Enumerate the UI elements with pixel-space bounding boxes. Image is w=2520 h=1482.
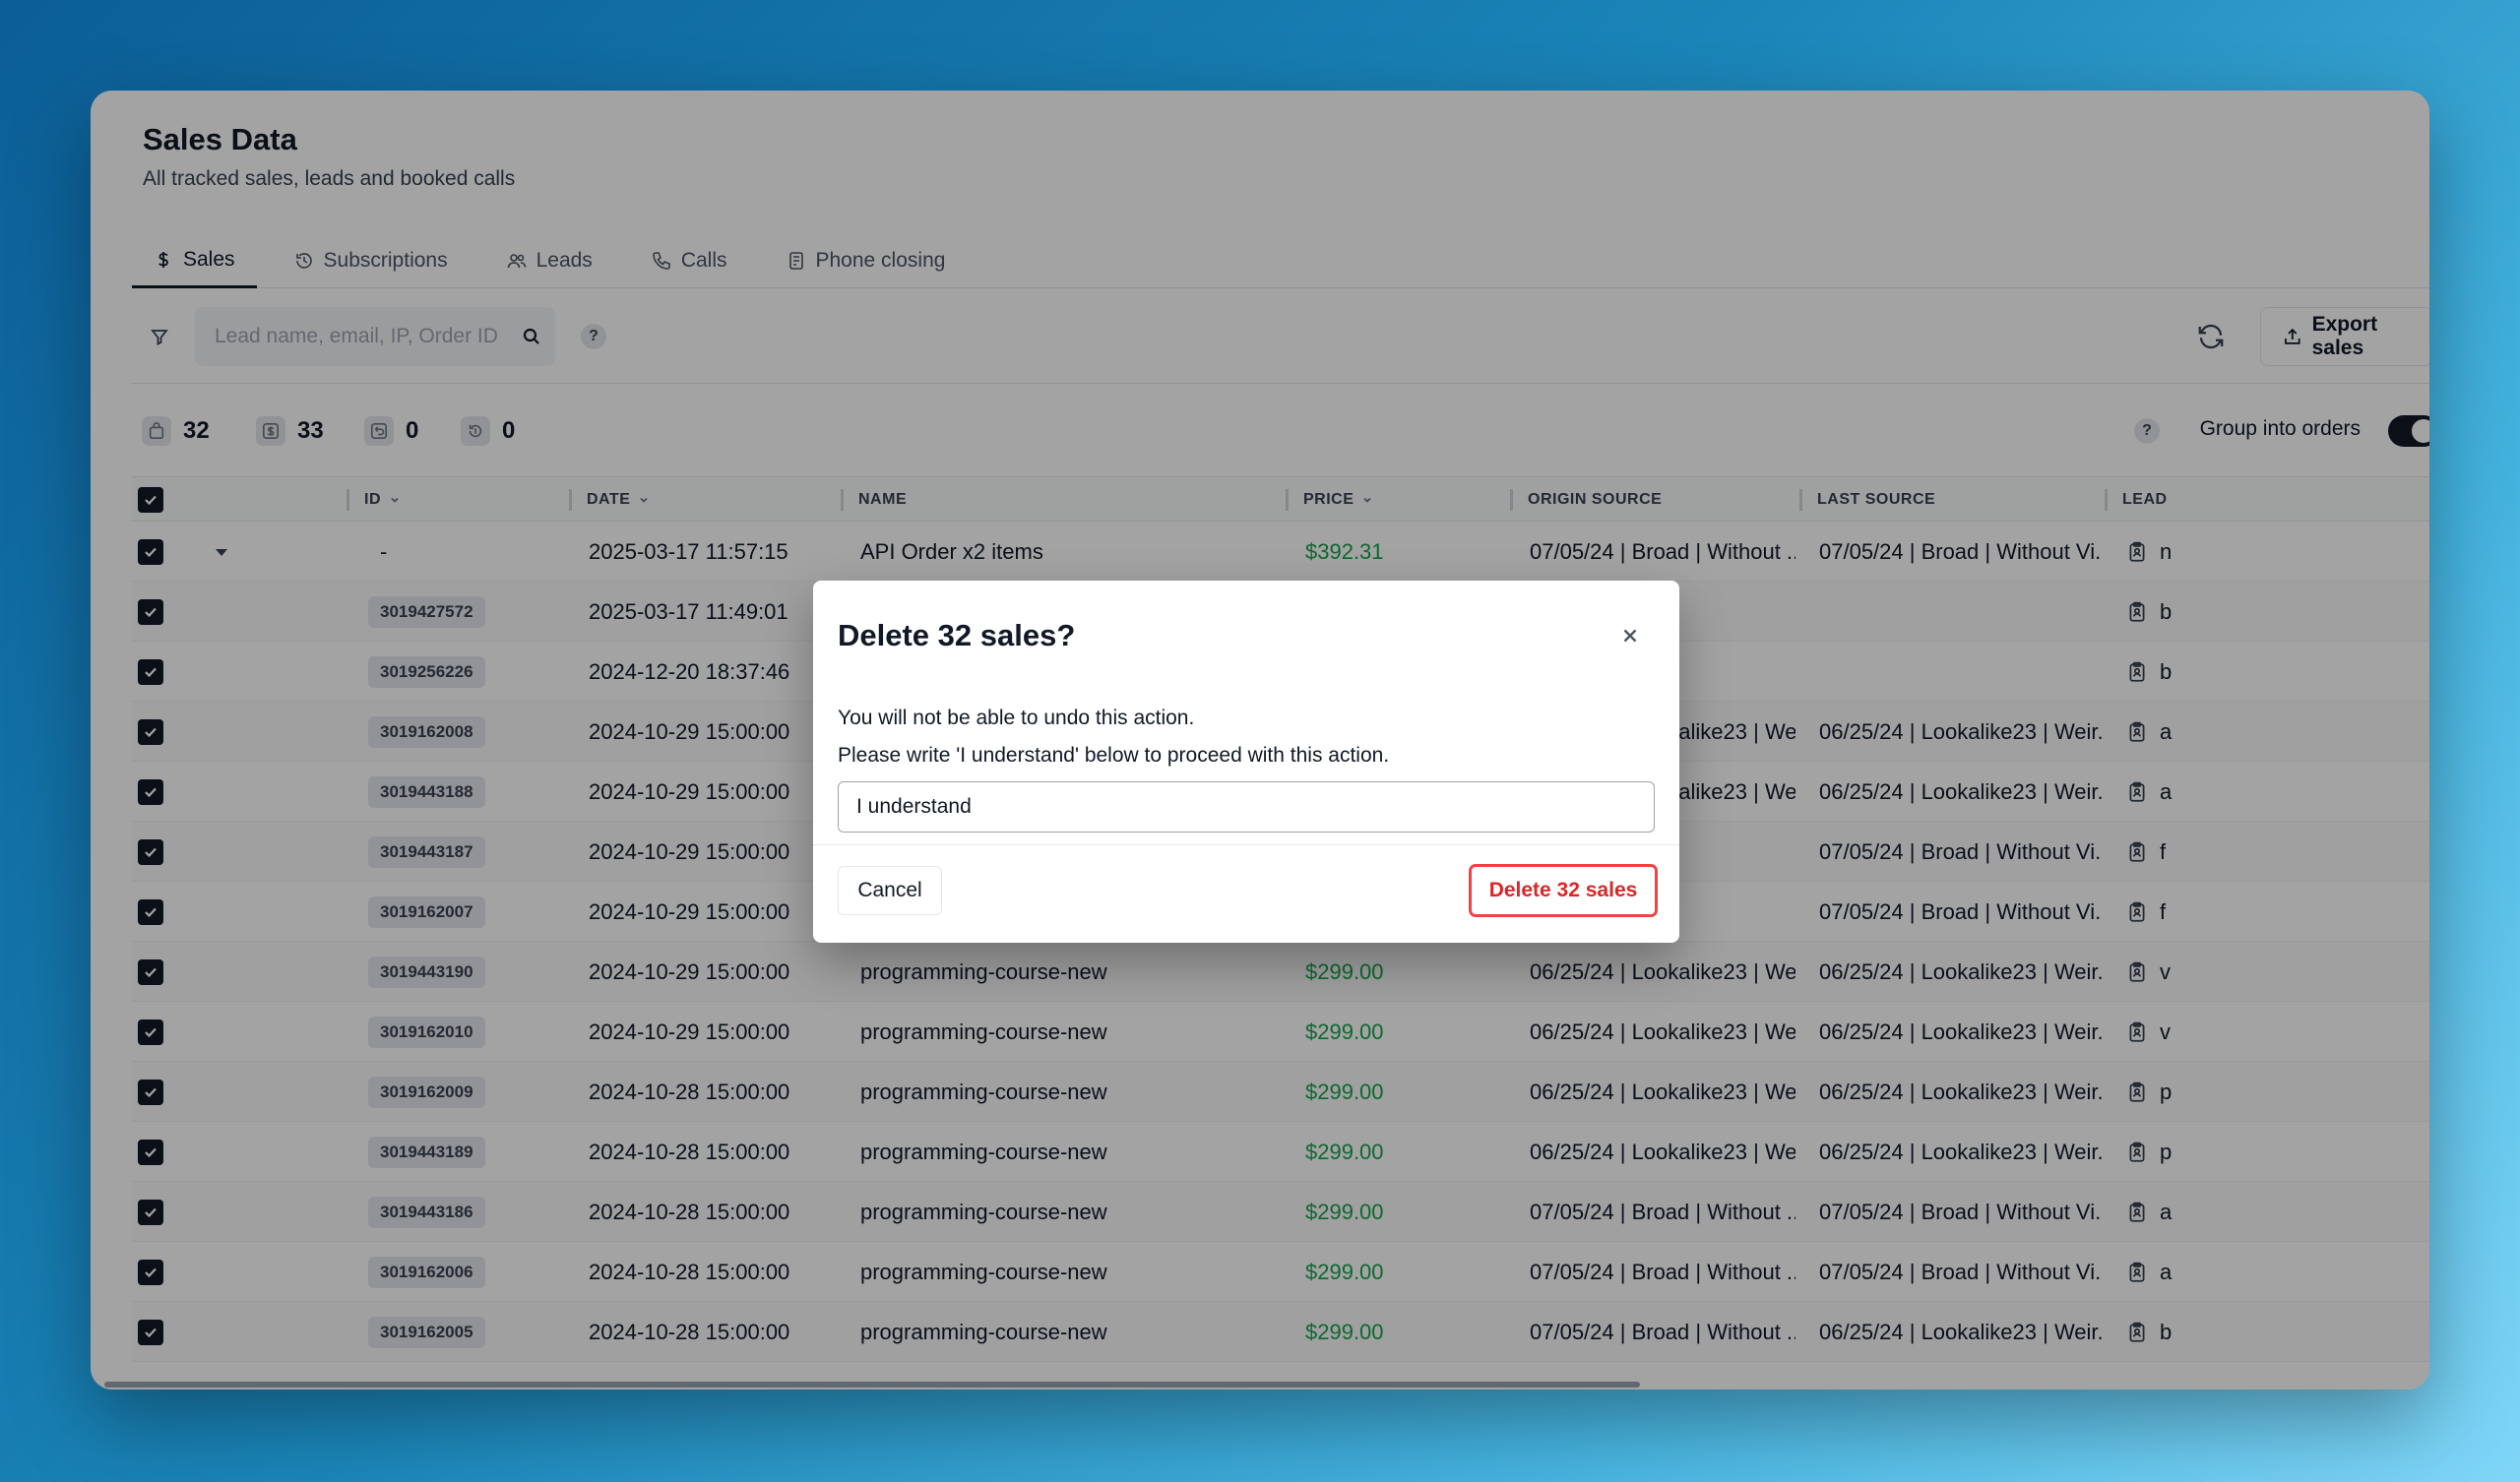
delete-sales-button[interactable]: Delete 32 sales xyxy=(1469,864,1658,917)
delete-sales-dialog: Delete 32 sales? You will not be able to… xyxy=(813,581,1679,943)
close-icon xyxy=(1623,629,1637,643)
dialog-instruction-text: Please write 'I understand' below to pro… xyxy=(838,744,1390,767)
close-button[interactable] xyxy=(1616,622,1644,649)
dialog-divider xyxy=(813,844,1679,845)
confirm-input[interactable] xyxy=(838,781,1655,833)
dialog-title: Delete 32 sales? xyxy=(838,618,1076,652)
dialog-warning-text: You will not be able to undo this action… xyxy=(838,707,1195,729)
cancel-button[interactable]: Cancel xyxy=(838,866,942,915)
